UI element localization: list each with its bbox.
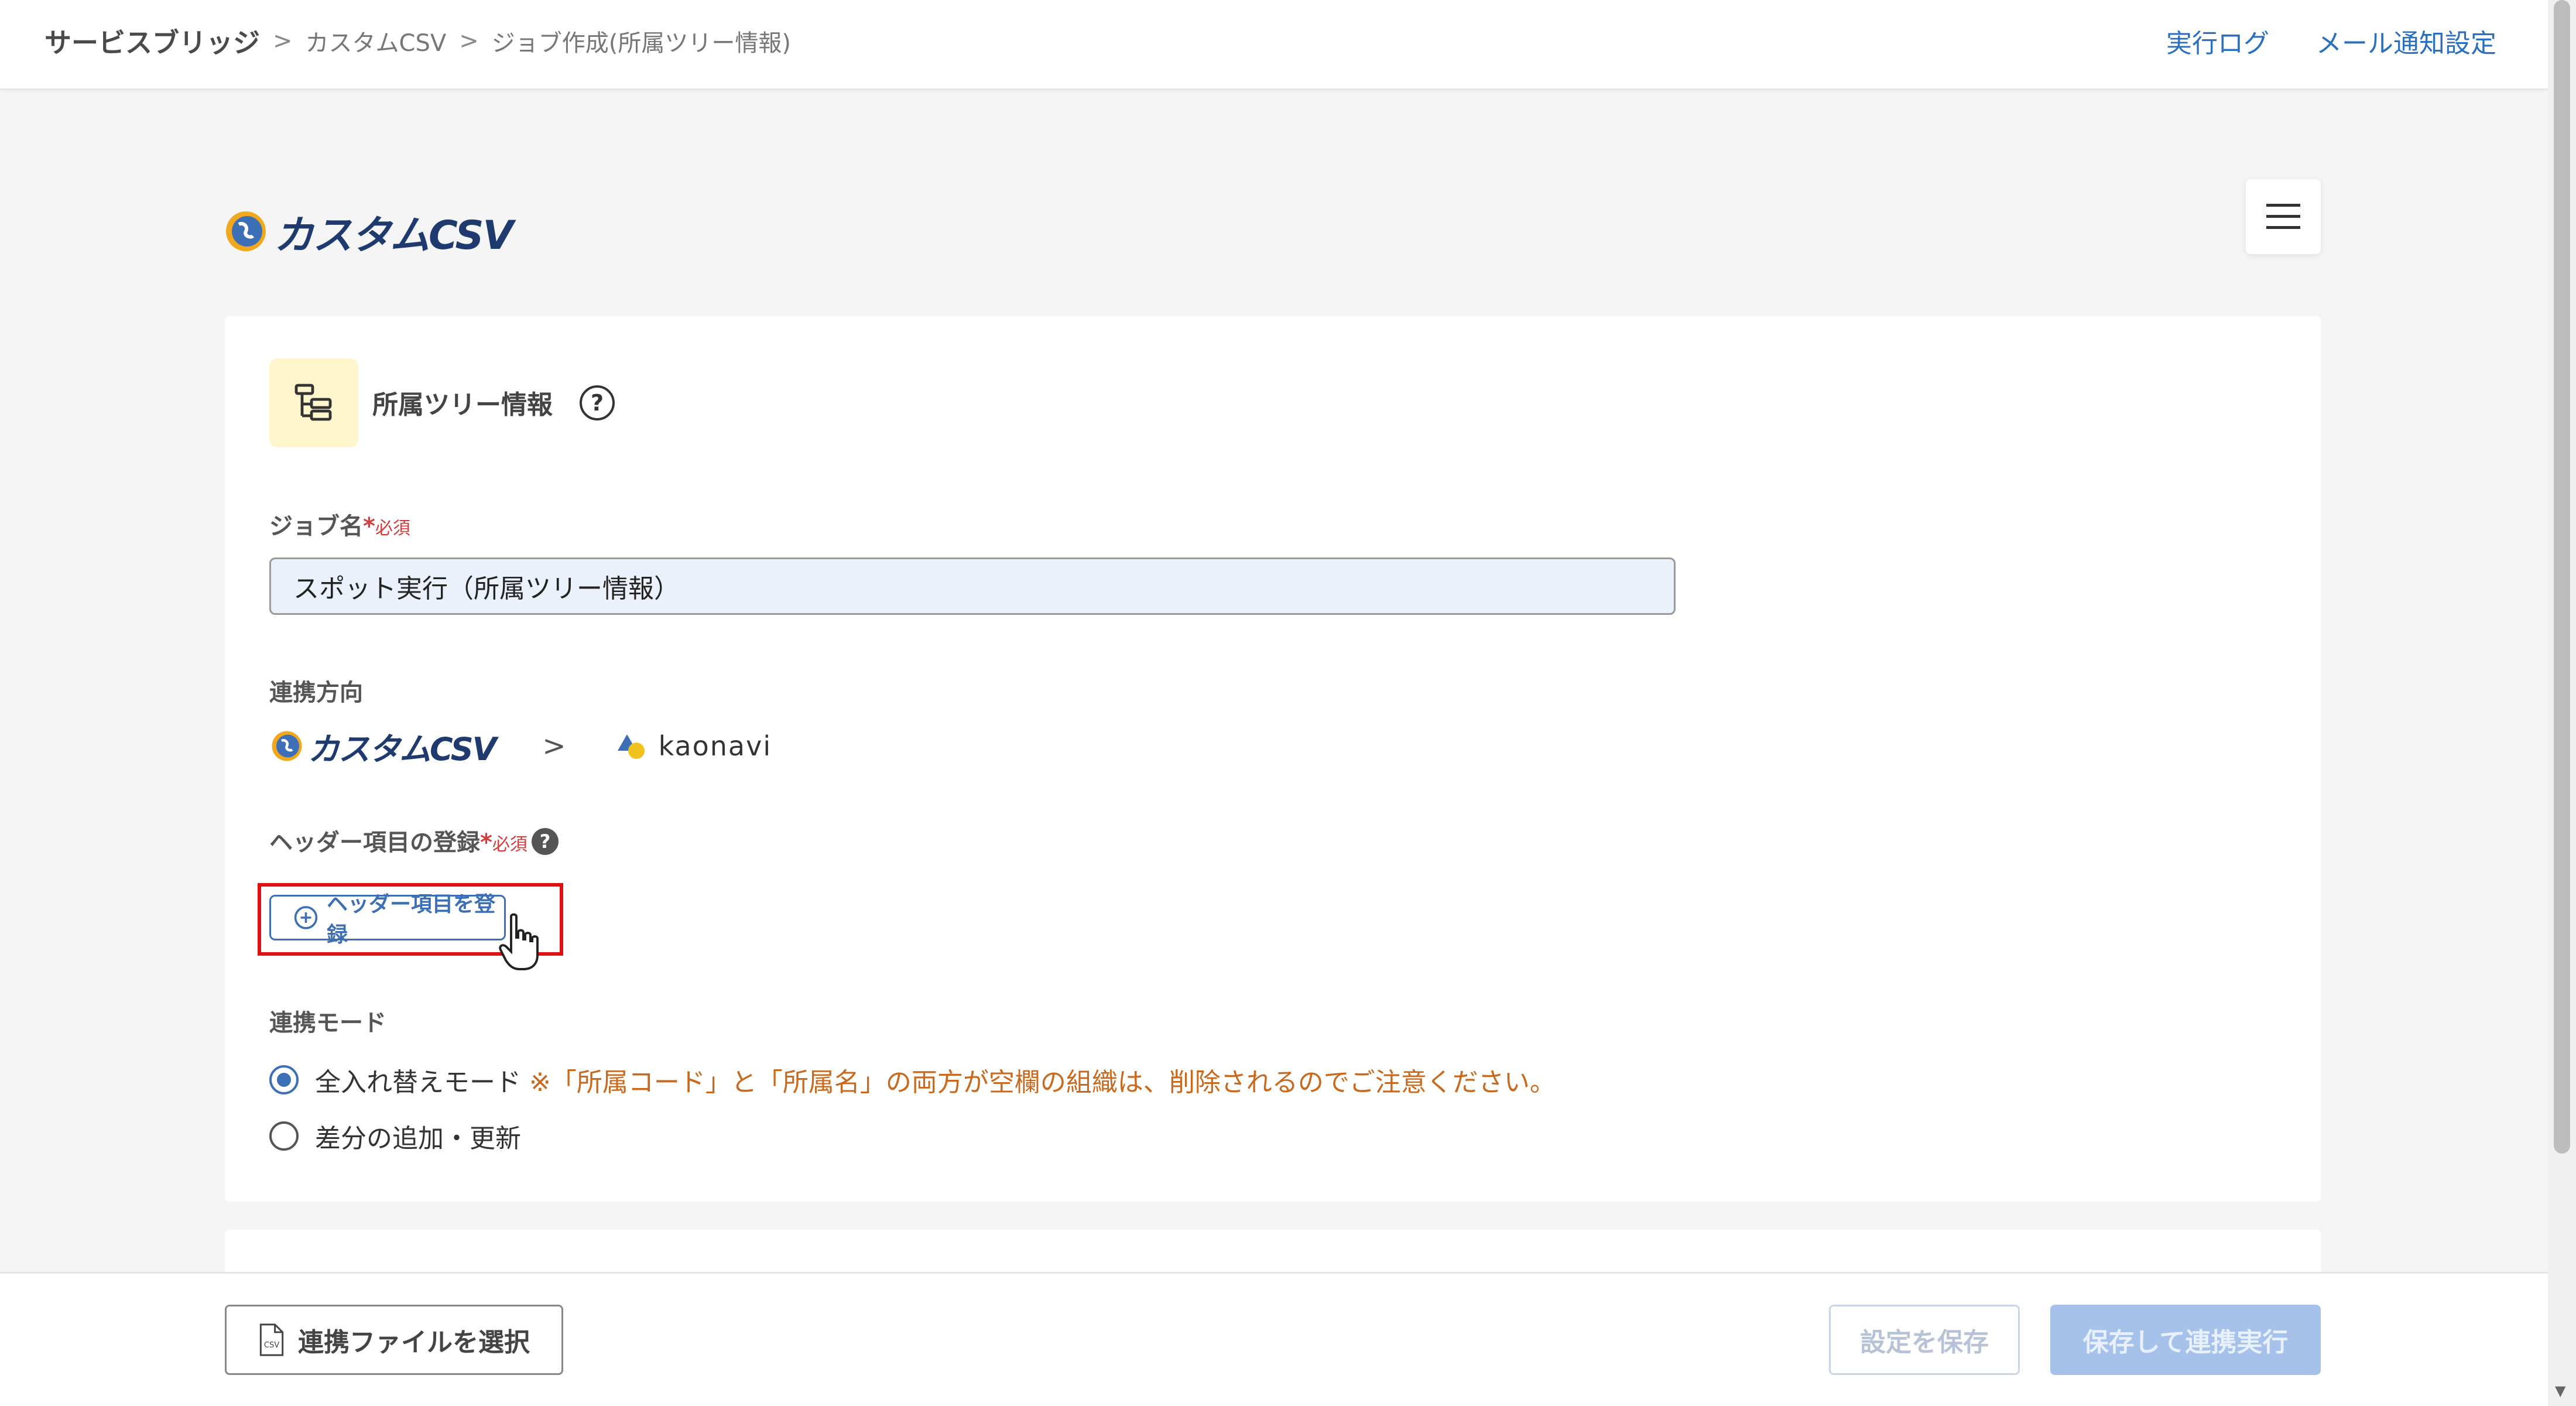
mode-option-diff[interactable]: 差分の追加・更新 [269, 1117, 521, 1155]
direction-row: カスタムCSV > kaonavi [269, 726, 772, 768]
register-header-button-label: ヘッダー項目を登録 [327, 892, 496, 947]
svg-text:CSV: CSV [264, 1341, 279, 1350]
job-name-label-text: ジョブ名 [269, 513, 363, 540]
globe-icon [226, 211, 266, 251]
mode-option-replace-label: 全入れ替えモード [315, 1068, 521, 1097]
top-header: サービスブリッジ > カスタムCSV > ジョブ作成(所属ツリー情報) 実行ログ… [0, 0, 2548, 90]
scroll-down-arrow-icon[interactable]: ▼ [2555, 1384, 2565, 1398]
mode-option-replace-note: ※「所属コード」と「所属名」の両方が空欄の組織は、削除されるのでご注意ください。 [529, 1068, 1556, 1097]
mode-option-diff-label: 差分の追加・更新 [315, 1124, 521, 1154]
required-star: * [480, 829, 492, 856]
mail-notification-link[interactable]: メール通知設定 [2316, 22, 2496, 60]
save-and-run-button[interactable]: 保存して連携実行 [2050, 1305, 2321, 1375]
org-tree-icon [294, 384, 332, 421]
breadcrumb-root[interactable]: サービスブリッジ [44, 22, 260, 60]
select-file-button[interactable]: CSV 連携ファイルを選択 [225, 1305, 563, 1375]
question-icon[interactable]: ? [580, 385, 615, 420]
breadcrumb-current: ジョブ作成(所属ツリー情報) [491, 30, 791, 57]
scrollbar-thumb[interactable] [2554, 0, 2570, 1154]
mode-radio-replace[interactable] [269, 1065, 299, 1094]
hand-cursor-icon [499, 913, 539, 970]
logo-text: カスタムCSV [274, 212, 513, 259]
header-items-label: ヘッダー項目の登録*必須 [269, 823, 527, 857]
hamburger-menu-button[interactable] [2246, 179, 2321, 254]
job-name-label: ジョブ名*必須 [269, 507, 410, 541]
header-items-label-text: ヘッダー項目の登録 [269, 829, 480, 856]
required-text: 必須 [375, 518, 410, 539]
header-links: 実行ログ メール通知設定 [2166, 0, 2496, 82]
select-file-button-label: 連携ファイルを選択 [298, 1328, 530, 1357]
breadcrumb: サービスブリッジ > カスタムCSV > ジョブ作成(所属ツリー情報) [44, 0, 791, 82]
breadcrumb-separator: > [273, 28, 293, 54]
breadcrumb-separator: > [459, 28, 479, 54]
next-section-card [225, 1230, 2321, 1277]
job-name-input[interactable]: スポット実行（所属ツリー情報） [269, 557, 1676, 615]
direction-to: kaonavi [658, 730, 772, 762]
org-tree-icon-box [269, 358, 358, 447]
mode-option-replace[interactable]: 全入れ替えモード ※「所属コード」と「所属名」の両方が空欄の組織は、削除されるの… [269, 1061, 1556, 1099]
mode-radio-diff[interactable] [269, 1121, 299, 1151]
execution-log-link[interactable]: 実行ログ [2166, 22, 2269, 60]
scrollbar[interactable]: ▼ [2548, 0, 2576, 1406]
hamburger-icon [2266, 204, 2300, 229]
required-text: 必須 [492, 834, 527, 855]
custom-csv-logo: カスタムCSV [222, 202, 513, 261]
section-title: 所属ツリー情報 [372, 390, 553, 420]
kaonavi-logo-icon [617, 734, 645, 759]
plus-circle-icon [294, 906, 318, 929]
mode-label: 連携モード [269, 1010, 386, 1036]
question-icon[interactable]: ? [532, 828, 559, 855]
required-star: * [363, 513, 375, 540]
globe-icon [272, 731, 302, 761]
save-settings-button[interactable]: 設定を保存 [1829, 1305, 2020, 1375]
direction-label: 連携方向 [269, 679, 363, 706]
chevron-right-icon: > [542, 730, 566, 762]
csv-file-icon: CSV [259, 1323, 284, 1356]
breadcrumb-parent[interactable]: カスタムCSV [306, 24, 447, 58]
direction-from: カスタムCSV [308, 730, 496, 768]
register-header-button[interactable]: ヘッダー項目を登録 [269, 892, 506, 947]
